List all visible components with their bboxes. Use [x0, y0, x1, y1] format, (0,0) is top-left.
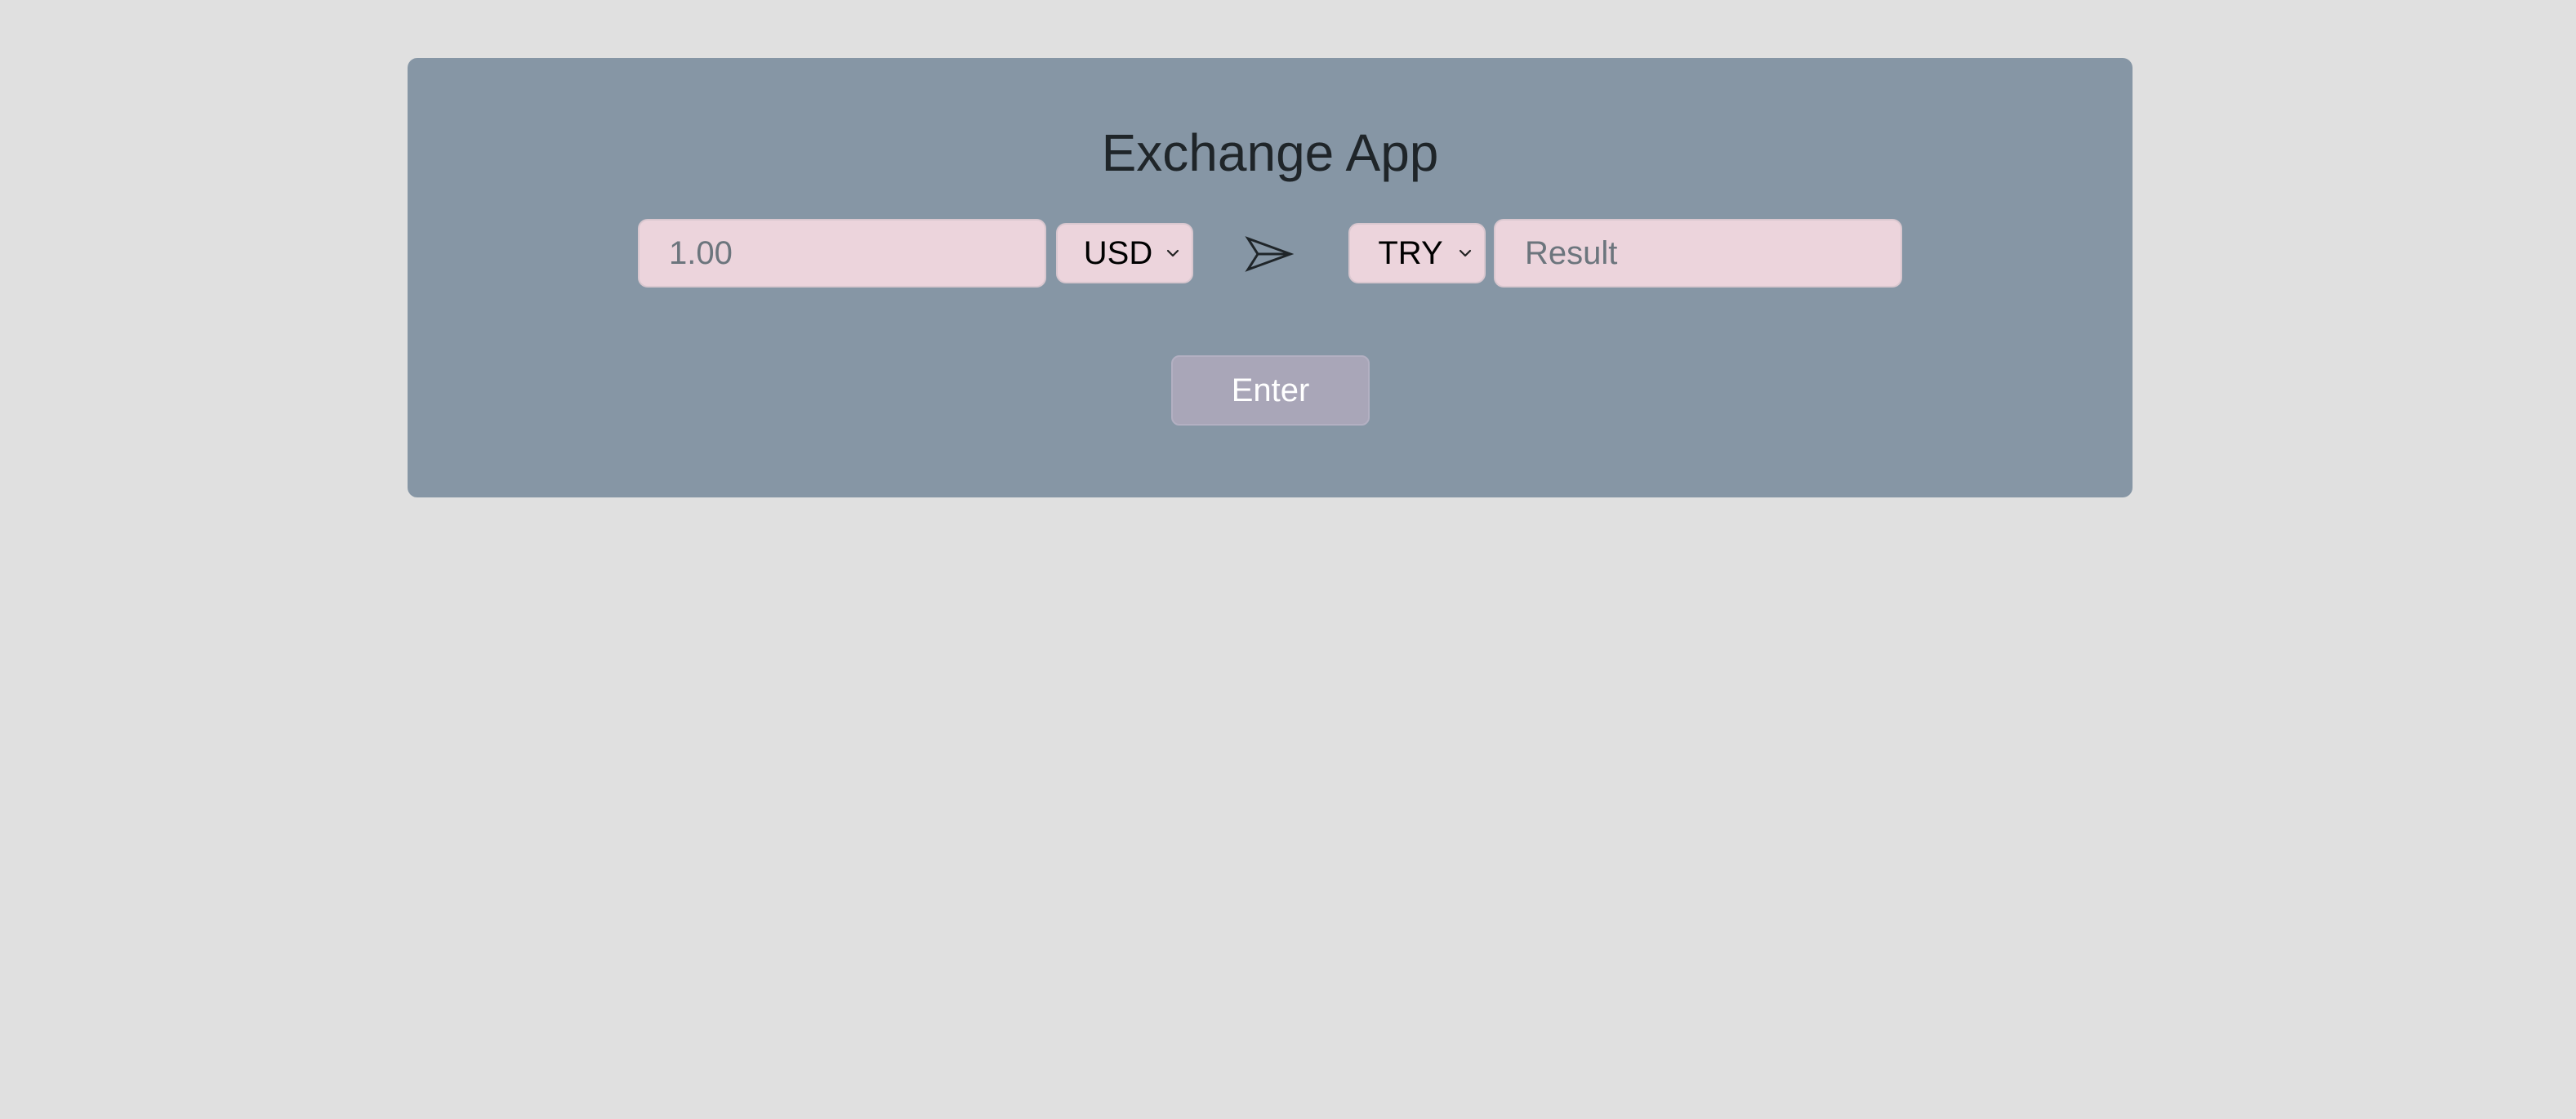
chevron-down-icon — [1459, 249, 1472, 257]
exchange-card: Exchange App USD TRY Enter — [408, 58, 2133, 497]
to-currency-select[interactable]: TRY — [1348, 223, 1486, 283]
from-currency-select[interactable]: USD — [1056, 223, 1193, 283]
chevron-down-icon — [1166, 249, 1179, 257]
send-arrow-icon — [1245, 236, 1294, 272]
result-field[interactable] — [1494, 219, 1902, 288]
to-currency-value: TRY — [1378, 234, 1443, 271]
from-currency-value: USD — [1083, 234, 1153, 271]
page-title: Exchange App — [1101, 123, 1439, 182]
amount-input[interactable] — [638, 219, 1046, 288]
enter-button[interactable]: Enter — [1171, 355, 1370, 426]
